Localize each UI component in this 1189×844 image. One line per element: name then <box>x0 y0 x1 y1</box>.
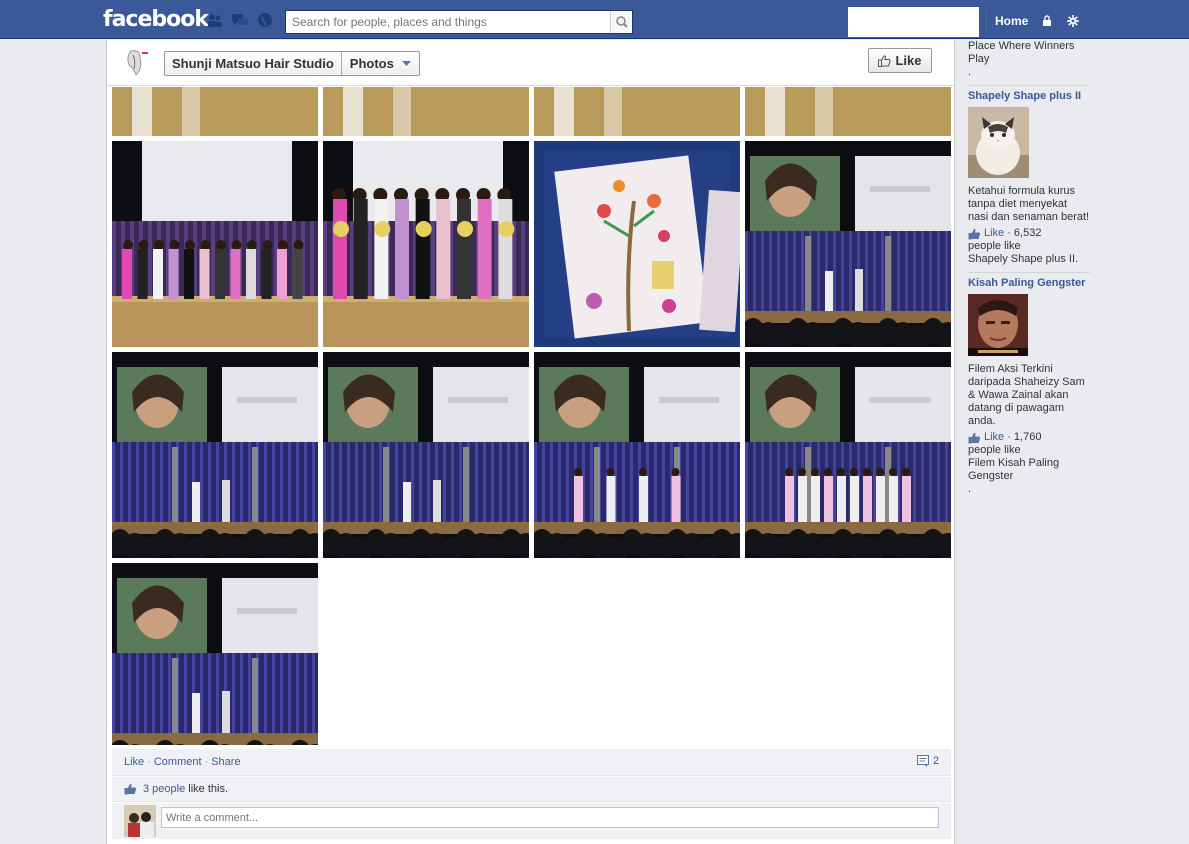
sidebar-line: . <box>968 66 972 78</box>
comment-composer <box>112 803 951 839</box>
facebook-logo[interactable]: facebook <box>103 7 209 32</box>
messages-icon[interactable] <box>231 12 249 28</box>
ad-like-count: · 6,532 <box>1007 227 1042 239</box>
ad-unit: Kisah Paling Gengster Filem Aksi Terkini… <box>968 277 1090 496</box>
comment-count[interactable]: 2 <box>916 755 939 767</box>
photo-image <box>745 141 951 347</box>
likers-link[interactable]: 3 people <box>143 783 185 795</box>
sidebar-line: Play <box>968 53 990 65</box>
photo-thumbnail[interactable] <box>745 87 951 136</box>
photo-image <box>745 352 951 558</box>
search-icon <box>616 16 628 28</box>
separator: · <box>204 756 209 768</box>
sidebar-ads: Place Where Winners Play . Shapely Shape… <box>968 40 1090 496</box>
photo-image <box>534 141 740 347</box>
photo-thumbnail[interactable] <box>112 87 318 136</box>
comment-input[interactable] <box>161 807 939 828</box>
page-header: Shunji Matsuo Hair Studio Photos Like <box>107 40 954 86</box>
ad-unit: Shapely Shape plus II Ketahui formula ku… <box>968 90 1090 266</box>
photo-thumbnail[interactable] <box>323 87 529 136</box>
photo-thumbnail[interactable] <box>534 352 740 558</box>
photo-image <box>745 87 951 136</box>
photo-thumbnail[interactable] <box>112 141 318 347</box>
thumbs-up-icon <box>124 783 137 795</box>
ad-people-target: Shapely Shape plus II. <box>968 253 1079 265</box>
thumbs-up-icon <box>878 54 892 67</box>
photo-image <box>323 352 529 558</box>
page-avatar[interactable] <box>121 47 151 79</box>
chevron-down-icon <box>401 60 411 66</box>
post-actions: Like · Comment · Share 2 <box>112 749 951 776</box>
ad-like-button[interactable]: Like <box>984 227 1004 240</box>
breadcrumb: Shunji Matsuo Hair Studio Photos <box>164 51 420 76</box>
like-page-button[interactable]: Like <box>868 48 932 73</box>
likes-summary: 3 people like this. <box>112 777 951 802</box>
ad-image-cat[interactable] <box>968 107 1029 178</box>
friend-requests-icon[interactable] <box>206 12 224 28</box>
ad-image-movie-poster[interactable] <box>968 294 1028 356</box>
comment-action[interactable]: Comment <box>154 756 202 768</box>
photo-thumbnail[interactable] <box>323 352 529 558</box>
search-button[interactable] <box>610 11 632 33</box>
ad-body: Filem Aksi Terkini daripada Shaheizy Sam… <box>968 363 1085 427</box>
like-action[interactable]: Like <box>124 756 144 768</box>
profile-link[interactable] <box>848 7 979 37</box>
ad-trailing: . <box>968 483 972 495</box>
top-navigation-bar: facebook Home <box>0 0 1189 39</box>
photo-image <box>323 87 529 136</box>
sidebar-line: Place Where Winners <box>968 40 1075 52</box>
photo-grid <box>112 87 955 745</box>
ad-like-row: Like · 6,532 <box>968 227 1090 240</box>
likes-text: like this. <box>188 783 229 795</box>
photo-thumbnail[interactable] <box>112 563 318 745</box>
breadcrumb-page-name[interactable]: Shunji Matsuo Hair Studio <box>165 52 342 75</box>
photo-image <box>112 87 318 136</box>
ad-people-line: people like <box>968 444 1021 456</box>
ad-people-target: Filem Kisah Paling Gengster <box>968 457 1060 482</box>
photo-image <box>112 352 318 558</box>
thumbs-up-icon <box>968 228 981 239</box>
ad-title[interactable]: Shapely Shape plus II <box>968 90 1090 103</box>
photo-image <box>534 87 740 136</box>
ad-title[interactable]: Kisah Paling Gengster <box>968 277 1090 290</box>
photos-dropdown[interactable]: Photos <box>342 52 419 75</box>
notifications-globe-icon[interactable] <box>256 12 274 28</box>
photo-image <box>112 563 318 745</box>
photo-thumbnail[interactable] <box>745 141 951 347</box>
share-action[interactable]: Share <box>211 756 240 768</box>
separator: · <box>147 756 151 768</box>
like-page-label: Like <box>895 53 922 68</box>
ad-like-count: · 1,760 <box>1007 431 1042 443</box>
photo-thumbnail[interactable] <box>534 141 740 347</box>
thumbs-up-icon <box>968 432 981 443</box>
ad-body: Ketahui formula kurus tanpa diet menyeka… <box>968 185 1090 223</box>
ad-like-row: Like · 1,760 <box>968 431 1090 444</box>
divider <box>968 272 1090 273</box>
ad-people-line: people like <box>968 240 1021 252</box>
photo-image <box>534 352 740 558</box>
photo-thumbnail[interactable] <box>745 352 951 558</box>
home-link[interactable]: Home <box>986 10 1036 32</box>
photo-thumbnail[interactable] <box>534 87 740 136</box>
search-input[interactable] <box>286 11 611 33</box>
comment-count-value: 2 <box>932 755 939 767</box>
privacy-lock-icon[interactable] <box>1041 15 1053 27</box>
user-avatar <box>124 805 156 837</box>
divider <box>968 85 1090 86</box>
photos-dropdown-label: Photos <box>349 56 394 71</box>
photo-thumbnail[interactable] <box>112 352 318 558</box>
photo-image <box>112 141 318 347</box>
settings-gear-icon[interactable] <box>1067 15 1079 27</box>
photo-thumbnail[interactable] <box>323 141 529 347</box>
photo-image <box>323 141 529 347</box>
ad-like-button[interactable]: Like <box>984 431 1004 444</box>
search-bar <box>285 10 633 34</box>
comment-icon <box>916 755 929 767</box>
main-content: Shunji Matsuo Hair Studio Photos Like Li… <box>106 40 955 844</box>
